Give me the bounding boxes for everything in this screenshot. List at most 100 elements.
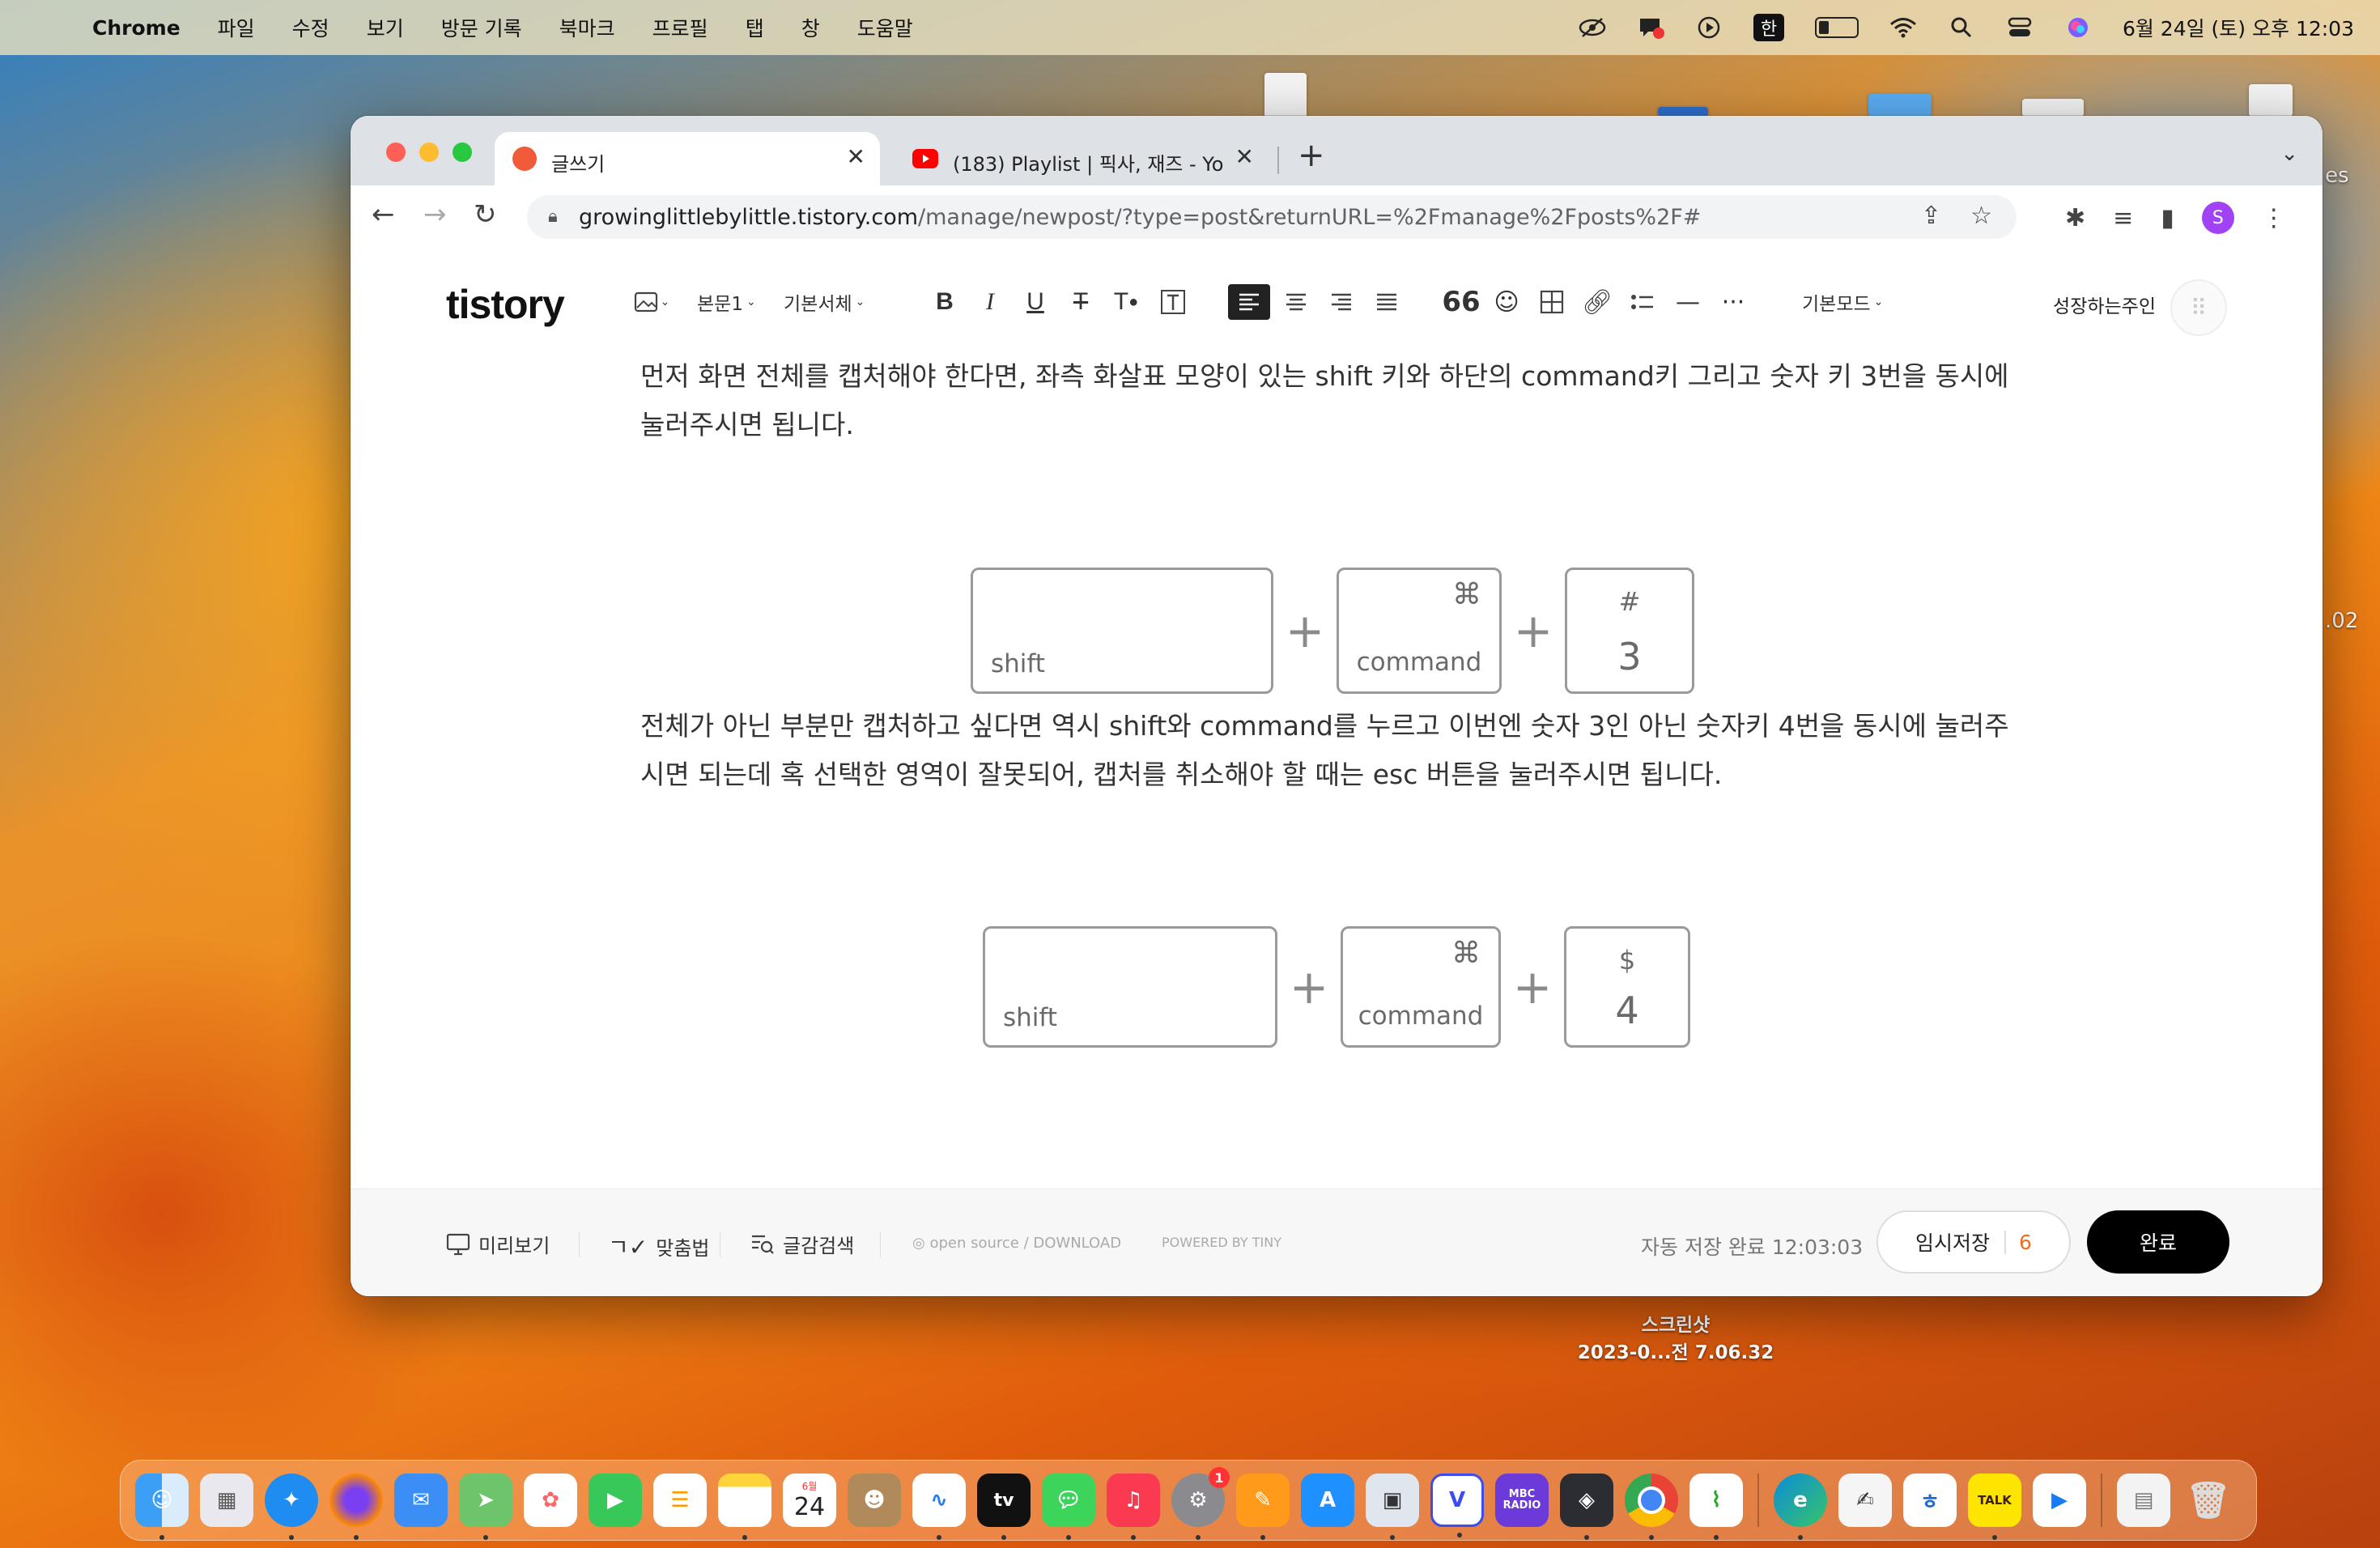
hangul-icon[interactable]: ㅎ [1903,1474,1957,1527]
text-color-icon[interactable]: T ● [1108,284,1144,320]
calendar-icon[interactable]: 6월 24 [783,1474,836,1527]
downloads-stack-icon[interactable]: ▤ [2117,1474,2170,1527]
app-store-icon[interactable]: A [1301,1474,1354,1527]
control-center-icon[interactable] [2006,14,2034,41]
menu-view[interactable]: 보기 [367,13,404,42]
mbc-radio-icon[interactable]: MBC RADIO [1495,1474,1549,1527]
emoticon-icon[interactable]: ☺ [1489,284,1524,320]
photos-icon[interactable]: ✿ [524,1474,577,1527]
forward-arrow-icon[interactable]: → [423,198,447,231]
firefox-icon[interactable] [329,1474,383,1540]
bookmark-star-icon[interactable]: ☆ [1970,202,1992,230]
trash-icon[interactable]: 🗑︎ [2182,1474,2235,1527]
textedit-icon[interactable]: ✍ [1838,1474,1892,1527]
menu-app-name[interactable]: Chrome [92,16,181,40]
align-center-icon[interactable] [1278,284,1314,320]
paragraph-2[interactable]: 전체가 아닌 부분만 캡처하고 싶다면 역시 shift와 command를 누… [640,702,2033,799]
pages-icon[interactable]: ✎ [1236,1474,1290,1540]
align-left-icon[interactable] [1228,284,1270,320]
text-background-icon[interactable] [1155,284,1191,320]
bold-icon[interactable]: B [929,284,961,320]
tab-write[interactable]: 글쓰기 ✕ [495,132,880,185]
menu-file[interactable]: 파일 [218,13,255,42]
activity-monitor-icon[interactable]: ⌇ [1689,1474,1743,1540]
desktop-folder-icon[interactable] [1868,94,1932,117]
more-options-icon[interactable]: ··· [1715,284,1751,320]
underline-icon[interactable]: U [1019,284,1052,320]
table-icon[interactable] [1534,284,1570,320]
extensions-puzzle-icon[interactable]: ✱ [2065,204,2085,232]
editor-content[interactable]: 먼저 화면 전체를 캡처해야 한다면, 좌측 화살표 모양이 있는 shift … [351,355,2323,1296]
minimize-window-button[interactable] [419,142,439,162]
align-justify-icon[interactable] [1369,284,1405,320]
horizontal-rule-icon[interactable]: — [1670,284,1706,320]
chrome-icon[interactable] [1625,1474,1678,1540]
editor-mode-dropdown[interactable]: 기본모드 ⌄ [1802,284,1883,320]
zoom-window-button[interactable] [453,142,472,162]
temp-save-button[interactable]: 임시저장 6 [1876,1210,2071,1274]
eye-slash-icon[interactable] [1579,14,1606,41]
link-icon[interactable]: 🔗︎ [1579,284,1615,320]
apple-tv-icon[interactable]: tv [977,1474,1031,1540]
align-right-icon[interactable] [1324,284,1359,320]
mail-icon[interactable]: ✉ [394,1474,448,1527]
quote-icon[interactable]: 66 [1442,284,1480,320]
davinci-resolve-icon[interactable]: ◈ [1560,1474,1613,1540]
spotlight-search-icon[interactable] [1948,14,1975,41]
italic-icon[interactable]: I [974,284,1006,320]
close-window-button[interactable] [386,142,406,162]
facetime-icon[interactable]: ▶ [589,1474,642,1527]
system-settings-icon[interactable]: ⚙ 1 [1171,1467,1230,1540]
url-input[interactable]: 🔒︎ growinglittlebylittle.tistory.com/man… [527,195,2017,239]
desktop-screenshot-label[interactable]: 스크린샷 2023-0...전 7.06.32 [1554,1312,1797,1367]
menu-clock[interactable]: 6월 24일 (토) 오후 12:03 [2123,13,2354,42]
done-button[interactable]: 완료 [2087,1210,2229,1274]
back-arrow-icon[interactable]: ← [372,198,395,231]
notification-app-icon[interactable] [1637,14,1664,41]
menu-bookmarks[interactable]: 북마크 [559,13,615,42]
input-method-indicator[interactable]: 한 [1753,14,1784,41]
finder-icon[interactable]: ☺ [135,1474,189,1540]
video-player-icon[interactable]: ▶ [2033,1474,2086,1527]
safari-icon[interactable]: ✦ [265,1474,318,1540]
blog-user-name[interactable]: 성장하는주인 [2053,291,2156,318]
notes-icon[interactable] [718,1474,771,1540]
freeform-icon[interactable]: ∿ [912,1474,966,1540]
reading-list-icon[interactable]: ≡ [2113,204,2133,232]
paragraph-1[interactable]: 먼저 화면 전체를 캡처해야 한다면, 좌측 화살표 모양이 있는 shift … [640,352,2033,449]
reload-icon[interactable]: ↻ [474,198,497,231]
new-tab-plus-icon[interactable]: + [1298,137,1325,174]
kebab-menu-icon[interactable]: ⋮ [2262,204,2286,232]
wifi-icon[interactable] [1889,14,1917,41]
profile-avatar[interactable]: S [2201,202,2234,234]
menu-window[interactable]: 창 [801,13,820,42]
url-text[interactable]: growinglittlebylittle.tistory.com/manage… [579,205,1701,230]
close-tab-icon[interactable]: ✕ [847,143,865,170]
preview-app-icon[interactable]: ▣ [1366,1474,1419,1540]
opensource-link[interactable]: ◎ open source / DOWNLOAD [912,1235,1121,1252]
music-icon[interactable]: ♫ [1107,1474,1160,1540]
paragraph-style-dropdown[interactable]: 본문1 ⌄ [697,284,756,320]
menu-history[interactable]: 방문 기록 [441,13,522,42]
font-family-dropdown[interactable]: 기본서체 ⌄ [784,284,865,320]
tistory-logo[interactable]: tistory [446,281,565,328]
launchpad-icon[interactable]: ▦ [200,1474,253,1527]
desktop-file-icon[interactable] [1264,73,1307,118]
reminders-icon[interactable]: ☰ [653,1474,707,1527]
vrew-icon[interactable]: V [1430,1474,1484,1537]
bullet-list-icon[interactable] [1625,284,1660,320]
desktop-file-icon[interactable] [2249,84,2293,117]
spellcheck-button[interactable]: ㄱ✓ 맞춤법 [608,1230,709,1262]
edge-icon[interactable]: e [1774,1474,1827,1540]
close-tab-icon[interactable]: ✕ [1235,143,1254,170]
side-panel-icon[interactable]: ▮ [2161,204,2174,232]
play-circle-icon[interactable] [1695,14,1723,41]
insert-image-button[interactable]: ⌄ [631,284,673,320]
temp-save-count[interactable]: 6 [2004,1230,2032,1254]
strikethrough-icon[interactable]: T [1065,284,1097,320]
battery-icon[interactable] [1814,17,1859,38]
desktop-file-icon[interactable] [2022,99,2084,117]
user-avatar[interactable]: ⠿ [2170,279,2227,336]
messages-icon[interactable]: 💬︎ [1042,1474,1095,1540]
maps-icon[interactable]: ➤ [459,1474,512,1540]
